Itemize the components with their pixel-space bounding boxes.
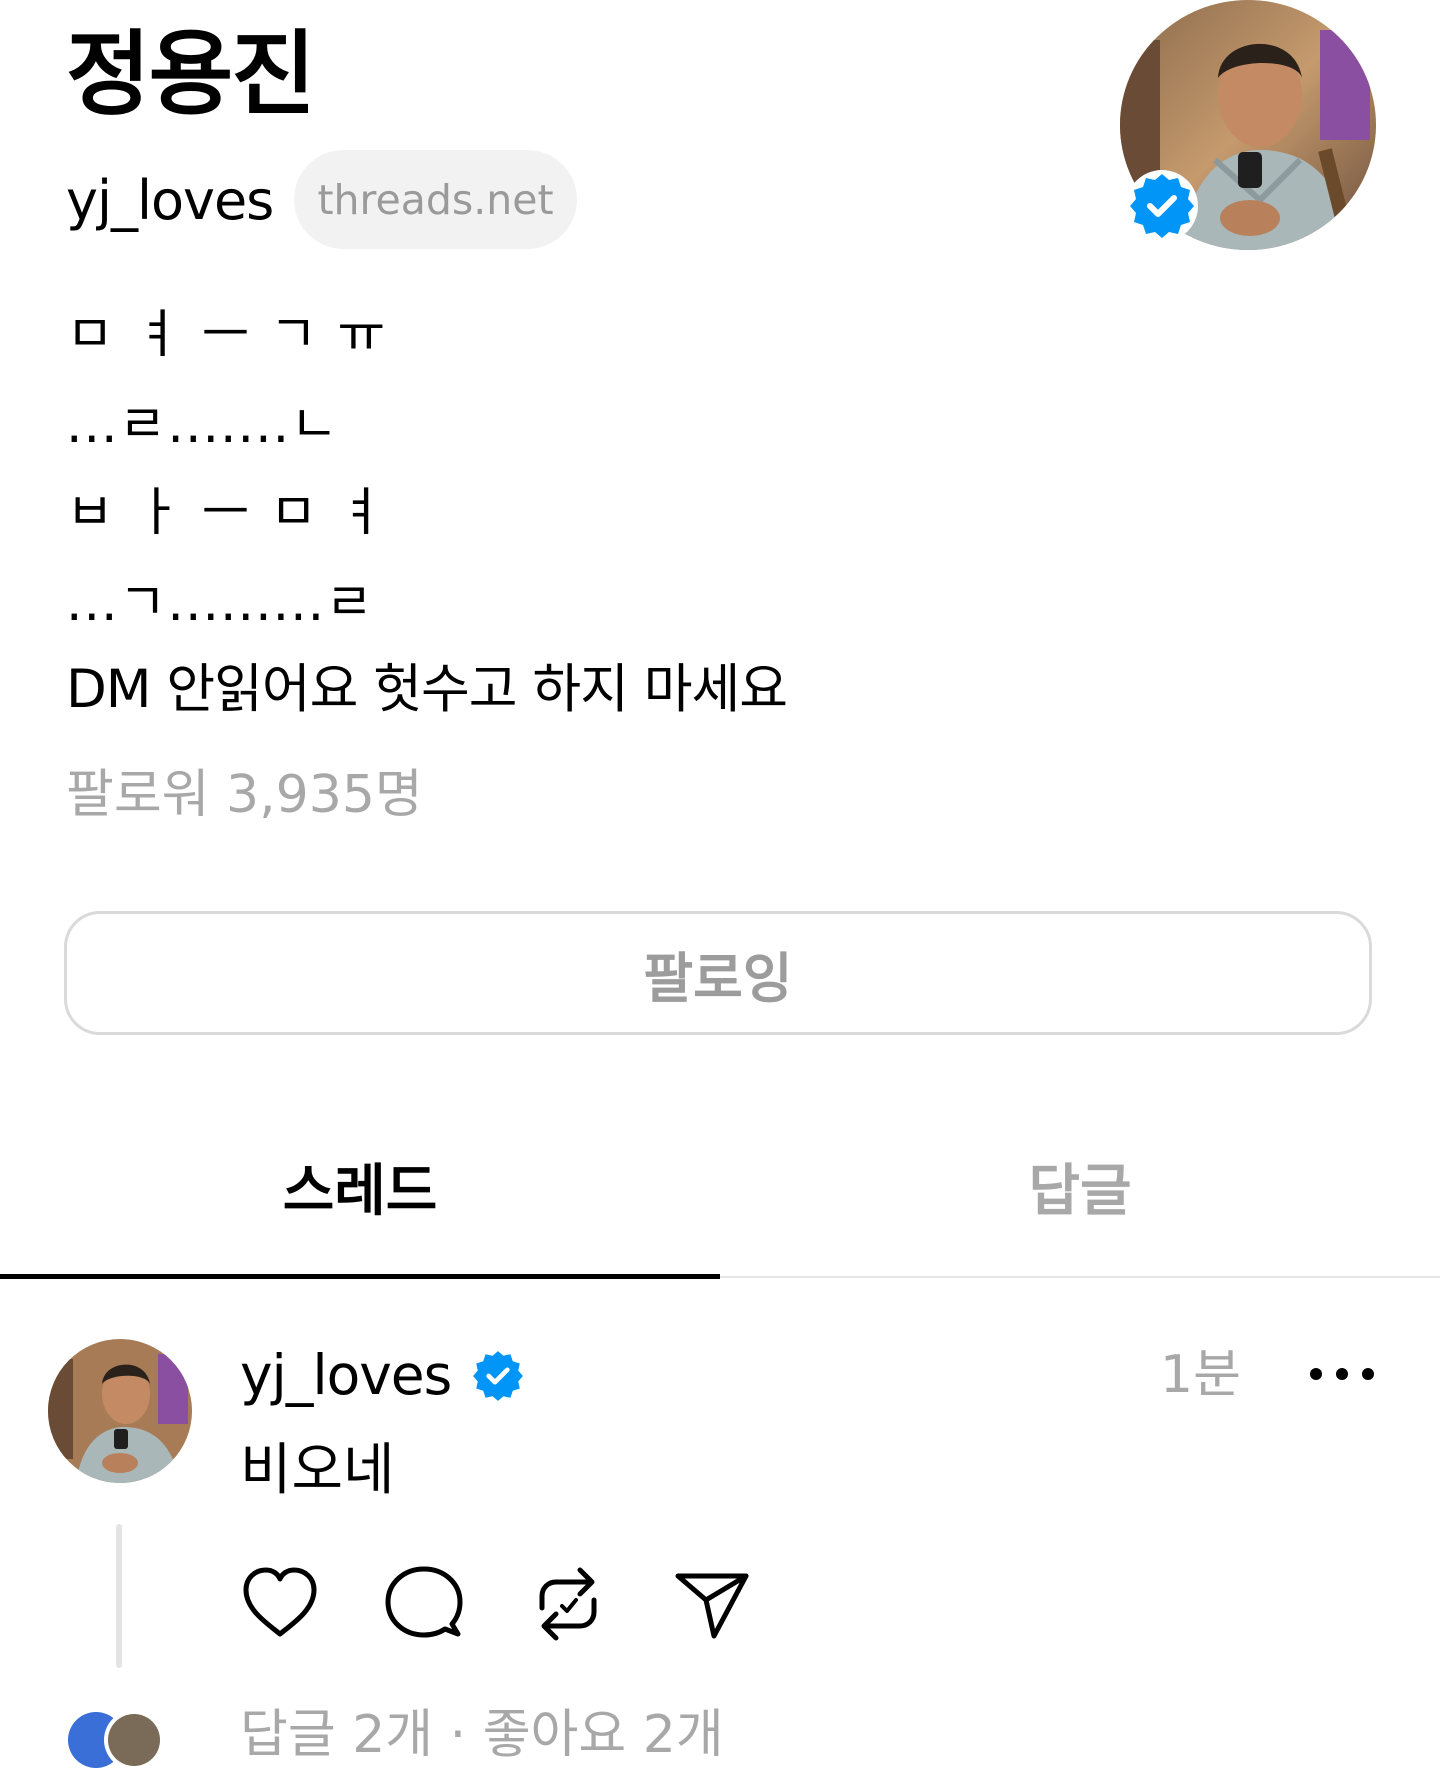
post-timestamp: 1분 (1160, 1345, 1241, 1405)
avatar-photo-illustration (48, 1339, 192, 1483)
thread-connector-line (116, 1524, 122, 1668)
repost-icon[interactable] (526, 1562, 610, 1646)
post-author-username[interactable]: yj_loves (240, 1340, 452, 1410)
bio-line-3: ㅂㅏㅡㅁㅕ (66, 483, 406, 543)
bio-line-2: ...ㄹ.......ㄴ (66, 395, 339, 455)
post-author-avatar[interactable] (48, 1339, 192, 1483)
threads-domain-badge[interactable]: threads.net (294, 150, 577, 249)
following-button[interactable]: 팔로잉 (64, 911, 1372, 1035)
followers-count[interactable]: 팔로워 3,935명 (66, 760, 423, 830)
comment-icon[interactable] (382, 1562, 466, 1646)
reply-avatars[interactable] (64, 1708, 174, 1770)
heart-icon[interactable] (238, 1562, 322, 1646)
verified-badge-icon (1126, 170, 1198, 242)
post-body-text: 비오네 (240, 1438, 395, 1503)
bio-line-1: ㅁㅕㅡㄱㅠ (66, 305, 406, 365)
profile-username: yj_loves (66, 169, 274, 232)
verified-badge-icon (470, 1348, 526, 1404)
tab-replies[interactable]: 답글 (720, 1140, 1440, 1232)
tab-threads[interactable]: 스레드 (0, 1140, 720, 1232)
bio-line-4: ...ㄱ.........ㄹ (66, 573, 375, 633)
bio-line-5: DM 안읽어요 헛수고 하지 마세요 (66, 659, 788, 720)
profile-display-name: 정용진 (66, 21, 316, 128)
active-tab-indicator (0, 1274, 720, 1279)
post-stats[interactable]: 답글 2개 · 좋아요 2개 (240, 1700, 724, 1770)
more-horizontal-icon[interactable] (1306, 1352, 1378, 1396)
send-icon[interactable] (670, 1562, 754, 1646)
